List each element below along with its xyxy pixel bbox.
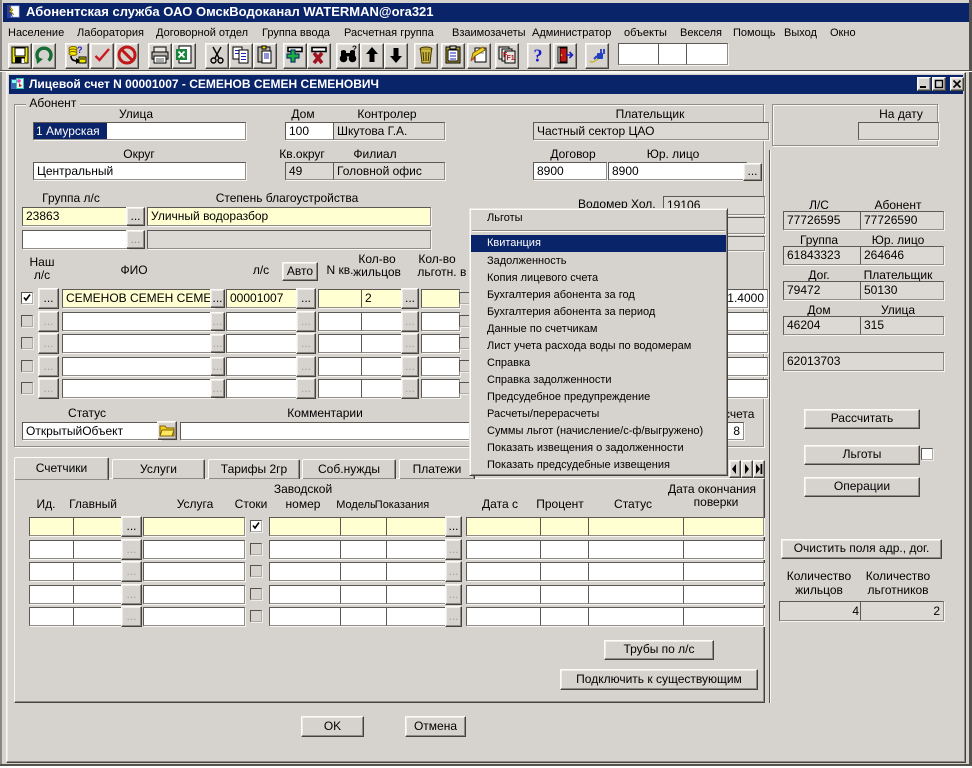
- svg-text:?: ?: [77, 45, 83, 55]
- svg-text:?: ?: [352, 45, 357, 54]
- svg-text:?: ?: [534, 46, 543, 66]
- svg-text:F1: F1: [507, 55, 515, 62]
- svg-text:F: F: [503, 52, 508, 59]
